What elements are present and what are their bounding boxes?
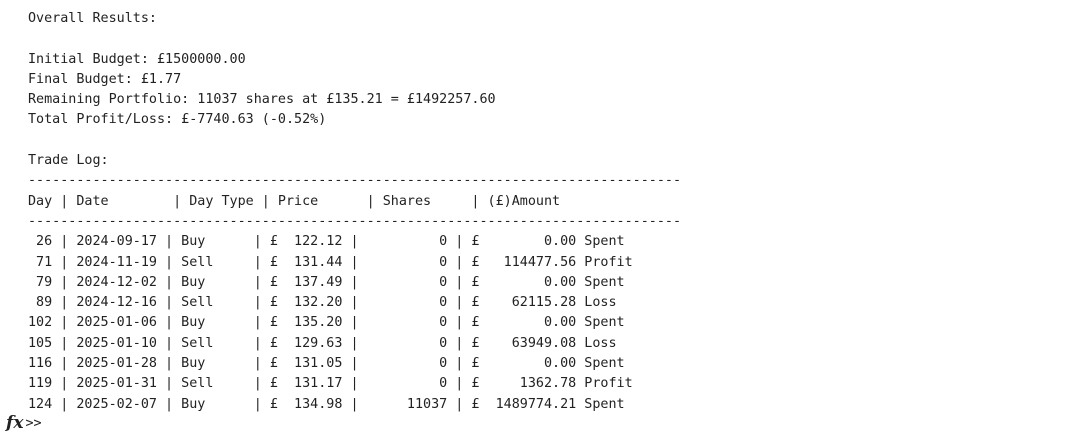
- trade-log-row: 105 | 2025-01-10 | Sell | £ 129.63 | 0 |…: [28, 335, 617, 351]
- trade-log-row: 116 | 2025-01-28 | Buy | £ 131.05 | 0 | …: [28, 356, 625, 372]
- results-heading: Overall Results:: [28, 11, 157, 26]
- trade-log-heading: Trade Log:: [28, 153, 109, 169]
- initial-budget-line: Initial Budget: £1500000.00: [28, 51, 246, 67]
- trade-log-row: 119 | 2025-01-31 | Sell | £ 131.17 | 0 |…: [28, 376, 633, 392]
- final-budget-line: Final Budget: £1.77: [28, 71, 182, 87]
- command-window-output: Overall Results: Initial Budget: £150000…: [28, 9, 681, 415]
- separator-line: ----------------------------------------…: [28, 173, 682, 189]
- trade-log-row: 26 | 2024-09-17 | Buy | £ 122.12 | 0 | £…: [28, 234, 625, 250]
- trade-log-row: 102 | 2025-01-06 | Buy | £ 135.20 | 0 | …: [28, 315, 625, 331]
- total-profit-loss-line: Total Profit/Loss: £-7740.63 (-0.52%): [28, 112, 327, 128]
- trade-log-row: 71 | 2024-11-19 | Sell | £ 131.44 | 0 | …: [28, 254, 633, 270]
- trade-log-row: 79 | 2024-12-02 | Buy | £ 137.49 | 0 | £…: [28, 274, 625, 290]
- trade-log-row: 89 | 2024-12-16 | Sell | £ 132.20 | 0 | …: [28, 295, 617, 311]
- command-prompt[interactable]: fx >>: [6, 412, 42, 434]
- trade-log-header-row: Day | Date | Day Type | Price | Shares |…: [28, 193, 561, 209]
- remaining-portfolio-line: Remaining Portfolio: 11037 shares at £13…: [28, 92, 496, 108]
- prompt-chevrons: >>: [25, 415, 42, 431]
- function-browser-icon[interactable]: fx: [6, 413, 23, 433]
- trade-log-row: 124 | 2025-02-07 | Buy | £ 134.98 | 1103…: [28, 396, 625, 412]
- separator-line: ----------------------------------------…: [28, 213, 682, 229]
